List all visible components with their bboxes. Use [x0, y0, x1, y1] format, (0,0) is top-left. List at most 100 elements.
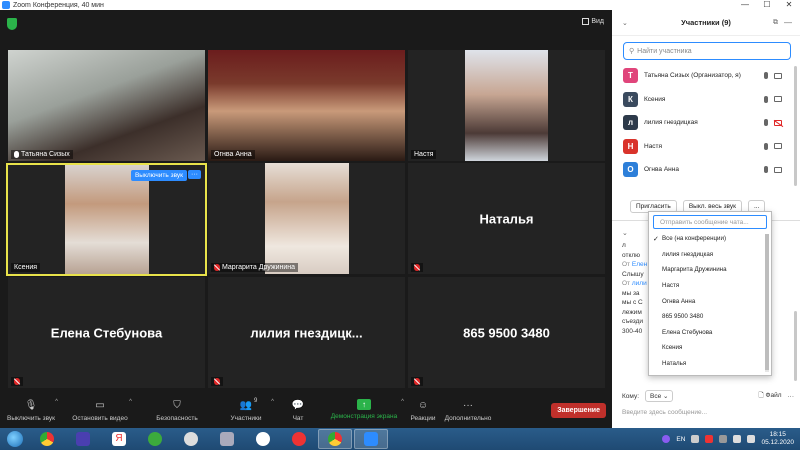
camera-icon[interactable]	[774, 96, 782, 103]
mic-icon[interactable]	[764, 142, 768, 150]
dropdown-item[interactable]: Ксения	[649, 340, 771, 356]
volume-icon[interactable]	[747, 435, 756, 443]
network-icon[interactable]	[733, 435, 742, 443]
clock[interactable]: 18:15 05.12.2020	[761, 431, 794, 447]
chevron-down-icon[interactable]: ⌄	[622, 229, 628, 237]
taskbar-media[interactable]	[174, 429, 208, 449]
video-tile[interactable]: Огнва Анна	[208, 50, 405, 161]
tray-icon[interactable]	[719, 435, 728, 443]
chevron-up-icon[interactable]: ^	[55, 399, 58, 405]
taskbar-app[interactable]	[138, 429, 172, 449]
mute-button[interactable]: 🎙 ^ Выключить звук	[0, 396, 62, 422]
chevron-up-icon[interactable]: ^	[271, 399, 274, 405]
mic-icon[interactable]	[764, 166, 768, 174]
participant-row[interactable]: л лилия гнездицкая	[612, 111, 800, 135]
mic-icon[interactable]	[764, 95, 768, 103]
taskbar-yandex-browser[interactable]: Я	[102, 429, 136, 449]
taskbar-zoom[interactable]	[354, 429, 388, 449]
participant-scrollbar[interactable]	[794, 66, 797, 186]
chat-button[interactable]: 💬 Чат	[276, 396, 320, 422]
grid-icon	[582, 18, 590, 25]
taskbar-yandex[interactable]	[282, 429, 316, 449]
video-tile[interactable]: Татьяна Сизых	[8, 50, 205, 161]
avatar: Н	[623, 138, 638, 154]
end-meeting-button[interactable]: Завершение	[551, 403, 606, 418]
mic-icon[interactable]	[764, 119, 768, 127]
camera-icon[interactable]	[774, 166, 782, 173]
more-dots-icon[interactable]: ···	[788, 393, 795, 400]
taskbar-camera[interactable]	[210, 429, 244, 449]
popout-icon[interactable]: ⧉	[773, 19, 778, 27]
video-tile[interactable]: 865 9500 3480	[408, 277, 605, 388]
file-button[interactable]: 🗋 Файл	[758, 391, 781, 402]
video-tile[interactable]: лилия гнездицк...	[208, 277, 405, 388]
disk-icon	[256, 432, 270, 446]
dropdown-item[interactable]: Настя	[649, 278, 771, 294]
alice-icon[interactable]	[662, 435, 671, 443]
dropdown-item[interactable]: Наталья	[649, 356, 771, 372]
chevron-up-icon[interactable]: ^	[129, 399, 132, 405]
start-button[interactable]	[0, 428, 30, 450]
chat-scrollbar[interactable]	[794, 311, 797, 381]
chevron-up-icon[interactable]: ^	[401, 399, 404, 405]
dropdown-scrollbar[interactable]	[765, 234, 769, 372]
chevron-down-icon[interactable]: ⌄	[622, 19, 628, 27]
tile-name: Маргарита Дружинина	[211, 263, 299, 272]
mic-icon[interactable]	[764, 72, 768, 80]
more-options-button[interactable]: ···	[188, 170, 201, 179]
dropdown-item[interactable]: 865 9500 3480	[649, 309, 771, 325]
participants-button[interactable]: 👥 9 ^ Участники	[216, 396, 276, 422]
tray-icon[interactable]	[705, 435, 714, 443]
zoom-icon	[364, 432, 378, 446]
view-button[interactable]: Вид	[582, 18, 604, 25]
participant-name-display: лилия гнездицк...	[250, 325, 363, 340]
recipient-select[interactable]: Все ⌄	[645, 390, 674, 402]
video-tile-active[interactable]: Выключить звук ··· Ксения	[6, 163, 207, 276]
camera-icon[interactable]	[774, 72, 782, 79]
more-button[interactable]: ··· Дополнительно	[438, 396, 498, 422]
mic-muted-icon	[14, 378, 20, 385]
close-icon[interactable]: ✕	[778, 0, 800, 10]
participant-row[interactable]: К Ксения	[612, 88, 800, 112]
video-area: Вид Татьяна Сизых Огнва Анна Настя Выклю…	[0, 10, 612, 398]
participant-row[interactable]: О Огнва Анна	[612, 158, 800, 182]
mic-muted-icon	[414, 264, 420, 271]
security-button[interactable]: ⛉ Безопасность	[138, 396, 216, 422]
participant-search-input[interactable]: ⚲ Найти участника	[623, 42, 791, 60]
taskbar-chrome[interactable]	[30, 429, 64, 449]
chat-input[interactable]: Введите здесь сообщение...	[622, 409, 707, 416]
dropdown-search-input[interactable]: Отправить сообщение чата...	[653, 215, 767, 229]
video-tile[interactable]: Маргарита Дружинина	[208, 163, 405, 274]
taskbar-chrome-active[interactable]	[318, 429, 352, 449]
participant-video	[265, 163, 349, 274]
dropdown-item[interactable]: Маргарита Дружинина	[649, 262, 771, 278]
reactions-button[interactable]: ☺ Реакции	[408, 396, 438, 422]
shield-icon[interactable]	[7, 18, 17, 30]
taskbar-save[interactable]	[66, 429, 100, 449]
taskbar-yandex-disk[interactable]	[246, 429, 280, 449]
share-screen-button[interactable]: ↑ ^ Демонстрация экрана	[320, 396, 408, 420]
dropdown-item[interactable]: Огнва Анна	[649, 293, 771, 309]
tile-name	[411, 377, 423, 386]
video-tile[interactable]: Наталья	[408, 163, 605, 274]
maximize-icon[interactable]: ☐	[756, 0, 778, 10]
video-tile[interactable]: Елена Стебунова	[8, 277, 205, 388]
camera-off-icon[interactable]	[774, 119, 782, 126]
participant-row[interactable]: Т Татьяна Сизых (Организатор, я)	[612, 64, 800, 88]
dropdown-item[interactable]: Елена Стебунова	[649, 325, 771, 341]
minimize-icon[interactable]: —	[734, 0, 756, 10]
mute-participant-button[interactable]: Выключить звук	[130, 170, 187, 181]
language-indicator[interactable]: EN	[676, 436, 685, 443]
avatar: л	[623, 115, 638, 131]
camera-icon[interactable]	[774, 143, 782, 150]
video-tile[interactable]: Настя	[408, 50, 605, 161]
close-icon[interactable]: —	[784, 18, 792, 27]
stop-video-button[interactable]: ▭ ^ Остановить видео	[62, 396, 138, 422]
dropdown-item[interactable]: ✓ Все (на конференции)	[649, 231, 771, 247]
participant-row[interactable]: Н Настя	[612, 135, 800, 159]
film-icon	[184, 432, 198, 446]
tile-name: Ксения	[11, 263, 41, 272]
dropdown-item[interactable]: лилия гнездицкая	[649, 247, 771, 263]
chrome-icon	[40, 432, 54, 446]
tray-icon[interactable]	[691, 435, 700, 443]
